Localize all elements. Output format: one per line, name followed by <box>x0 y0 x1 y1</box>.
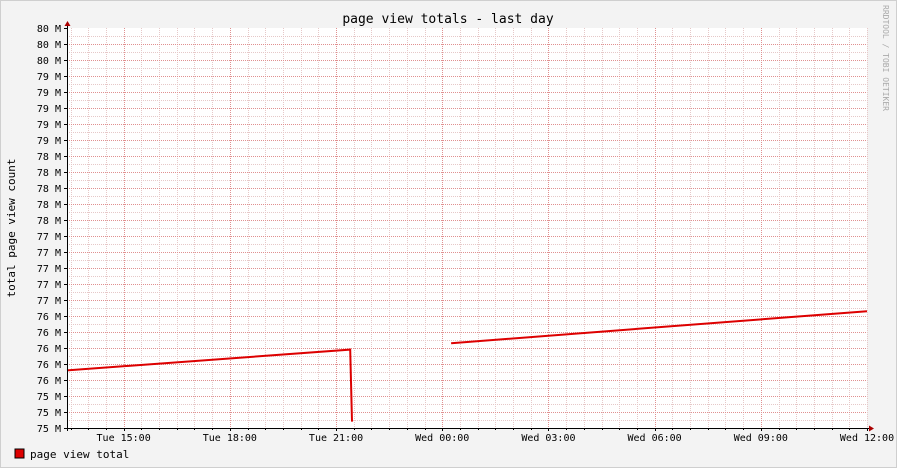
y-tick-label: 76 M <box>37 344 61 355</box>
y-tick-label: 75 M <box>37 424 61 435</box>
x-tick-label: Wed 09:00 <box>734 433 788 444</box>
x-tick-label: Tue 15:00 <box>97 433 151 444</box>
y-tick-label: 77 M <box>37 296 61 307</box>
chart-root: 75 M 75 M 75 M 76 M 76 M 76 M 76 M 76 M 77 M 77 M… <box>0 0 897 468</box>
y-tick-label: 79 M <box>37 136 61 147</box>
y-tick-label: 77 M <box>37 280 61 291</box>
legend-swatch <box>14 448 25 459</box>
legend-label: page view total <box>30 448 129 461</box>
y-tick-label: 78 M <box>37 152 61 163</box>
y-tick-label: 76 M <box>37 328 61 339</box>
y-axis-label: total page view count <box>5 158 18 297</box>
y-tick-label: 78 M <box>37 168 61 179</box>
y-tick-label: 78 M <box>37 184 61 195</box>
y-tick-label: 79 M <box>37 120 61 131</box>
x-tick-label: Wed 03:00 <box>521 433 575 444</box>
chart-title: page view totals - last day <box>342 12 553 27</box>
y-tick-label: 78 M <box>37 200 61 211</box>
x-tick-label: Tue 21:00 <box>309 433 363 444</box>
y-tick-label: 76 M <box>37 376 61 387</box>
rrdtool-watermark: RRDTOOL / TOBI OETIKER <box>881 5 890 111</box>
y-tick-label: 77 M <box>37 232 61 243</box>
x-tick-label: Wed 00:00 <box>415 433 469 444</box>
y-tick-label: 79 M <box>37 88 61 99</box>
x-tick-label: Tue 18:00 <box>203 433 257 444</box>
y-tick-label: 80 M <box>37 24 61 35</box>
y-tick-label: 77 M <box>37 264 61 275</box>
y-tick-label: 80 M <box>37 40 61 51</box>
y-tick-label: 76 M <box>37 312 61 323</box>
y-tick-label: 76 M <box>37 360 61 371</box>
y-tick-label: 77 M <box>37 248 61 259</box>
y-tick-label: 78 M <box>37 216 61 227</box>
x-tick-label: Wed 12:00 <box>840 433 894 444</box>
y-tick-label: 75 M <box>37 408 61 419</box>
x-tick-label: Wed 06:00 <box>628 433 682 444</box>
y-tick-label: 79 M <box>37 104 61 115</box>
y-tick-label: 80 M <box>37 56 61 67</box>
line-chart: 75 M 75 M 75 M 76 M 76 M 76 M 76 M 76 M 77 M 77 M… <box>0 0 897 468</box>
y-tick-label: 75 M <box>37 392 61 403</box>
y-tick-label: 79 M <box>37 72 61 83</box>
